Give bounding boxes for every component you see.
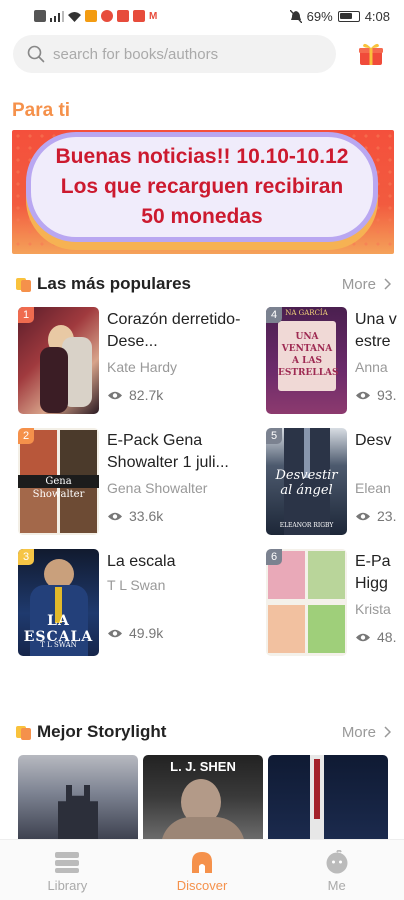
book-title: Corazón derretido-Dese... — [107, 311, 241, 350]
cover-author: ELEANOR RIGBY — [279, 522, 334, 529]
rank-badge: 4 — [266, 307, 282, 323]
storylight-cover[interactable] — [18, 755, 138, 839]
book-title: Desv — [355, 432, 392, 449]
nav-me[interactable]: Me — [269, 840, 404, 900]
section-header-populares: Las más populares More — [16, 273, 391, 295]
book-title: E-Pa Higg — [355, 553, 391, 592]
book-author: Gena Showalter — [107, 480, 208, 496]
book-views: 93. — [355, 387, 404, 403]
book-cover: Desvestir al ángel ELEANOR RIGBY 5 — [266, 428, 347, 535]
rank-badge: 5 — [266, 428, 282, 444]
discover-icon — [192, 852, 212, 873]
promo-banner[interactable]: Buenas noticias!! 10.10-10.12 Los que re… — [12, 130, 394, 254]
banner-line: Buenas noticias!! 10.10-10.12 — [55, 145, 349, 168]
cover-label: Gena Showalter — [18, 475, 99, 500]
profile-icon — [326, 850, 348, 874]
book-item[interactable]: Desvestir al ángel ELEANOR RIGBY 5 Desv … — [266, 428, 404, 535]
book-cover: 1 — [18, 307, 99, 414]
section-header-storylight: Mejor Storylight More — [16, 721, 391, 743]
rank-badge: 3 — [18, 549, 34, 565]
book-views: 82.7k — [107, 387, 257, 403]
clock: 4:08 — [364, 8, 390, 24]
section-title: Las más populares — [37, 274, 192, 293]
book-cover: 6 — [266, 549, 347, 656]
nav-label: Me — [327, 878, 346, 893]
book-title: Una v estre — [355, 311, 397, 350]
search-input[interactable] — [53, 45, 313, 63]
cover-author: L. J. SHEN — [170, 759, 236, 774]
cover-author: T L SWAN — [40, 641, 77, 649]
section-mark-icon — [16, 276, 32, 292]
nav-label: Discover — [176, 878, 228, 893]
eye-icon — [356, 512, 370, 520]
banner-line: Los que recarguen recibiran — [60, 175, 344, 198]
book-author: Krista — [355, 601, 391, 617]
book-item[interactable]: 6 E-Pa Higg Krista 48. — [266, 549, 404, 656]
more-link[interactable]: More — [342, 276, 391, 293]
book-item[interactable]: LA ESCALA T L SWAN 3 La escala T L Swan … — [18, 549, 257, 656]
nav-label: Library — [47, 878, 88, 893]
chevron-right-icon — [384, 278, 391, 290]
wifi-icon — [68, 11, 81, 22]
bottom-navigation: Library Discover Me — [0, 839, 404, 900]
app-notification-icon — [117, 10, 129, 22]
book-title: La escala — [107, 553, 176, 570]
book-cover: LA ESCALA T L SWAN 3 — [18, 549, 99, 656]
battery-icon — [337, 10, 360, 22]
book-cover: Gena Showalter 2 — [18, 428, 99, 535]
book-author: T L Swan — [107, 577, 166, 593]
nav-discover[interactable]: Discover — [135, 840, 270, 900]
eye-icon — [108, 391, 122, 399]
app-notification-icon — [85, 10, 97, 22]
rank-badge: 1 — [18, 307, 34, 323]
gift-icon[interactable] — [358, 41, 384, 67]
mute-icon — [289, 9, 302, 23]
book-views: 33.6k — [107, 508, 257, 524]
book-author: Anna — [355, 359, 388, 375]
search-icon — [27, 45, 45, 63]
nav-library[interactable]: Library — [0, 840, 135, 900]
section-title-para-ti: Para ti — [12, 100, 71, 121]
book-views: 23. — [355, 508, 404, 524]
book-title: E-Pack Gena Showalter 1 juli... — [107, 432, 229, 471]
eye-icon — [108, 629, 122, 637]
more-link[interactable]: More — [342, 724, 391, 741]
eye-icon — [356, 391, 370, 399]
rank-badge: 6 — [266, 549, 282, 565]
m-icon: M — [149, 10, 158, 22]
book-item[interactable]: Gena Showalter 2 E-Pack Gena Showalter 1… — [18, 428, 257, 535]
library-icon — [55, 852, 80, 873]
chevron-right-icon — [384, 726, 391, 738]
storylight-cover[interactable]: L. J. SHEN — [143, 755, 263, 839]
section-title: Mejor Storylight — [37, 722, 167, 741]
notification-icons: M — [34, 10, 157, 22]
eye-icon — [356, 633, 370, 641]
app-notification-icon — [133, 10, 145, 22]
eye-icon — [108, 512, 122, 520]
search-bar[interactable] — [13, 35, 336, 73]
section-mark-icon — [16, 724, 32, 740]
book-author: Elean — [355, 480, 391, 496]
book-item[interactable]: 1 Corazón derretido-Dese... Kate Hardy 8… — [18, 307, 257, 414]
signal-icon — [50, 10, 64, 22]
cover-title: Desvestir al ángel — [275, 468, 338, 498]
book-author: Kate Hardy — [107, 359, 178, 375]
rank-badge: 2 — [18, 428, 34, 444]
cover-title: UNA VENTANA A LAS ESTRELLAS — [278, 332, 339, 378]
book-cover: NA GARCÍA UNA VENTANA A LAS ESTRELLAS 4 — [266, 307, 347, 414]
book-views: 48. — [355, 629, 404, 645]
battery-percent: 69% — [306, 8, 333, 24]
banner-line: 50 monedas — [141, 205, 263, 228]
book-views: 49.9k — [107, 625, 257, 641]
status-bar: M 69% 4:08 — [0, 0, 404, 32]
storylight-cover[interactable] — [268, 755, 388, 839]
app-notification-icon — [101, 10, 113, 22]
sim-icon — [34, 10, 46, 22]
book-item[interactable]: NA GARCÍA UNA VENTANA A LAS ESTRELLAS 4 … — [266, 307, 404, 414]
